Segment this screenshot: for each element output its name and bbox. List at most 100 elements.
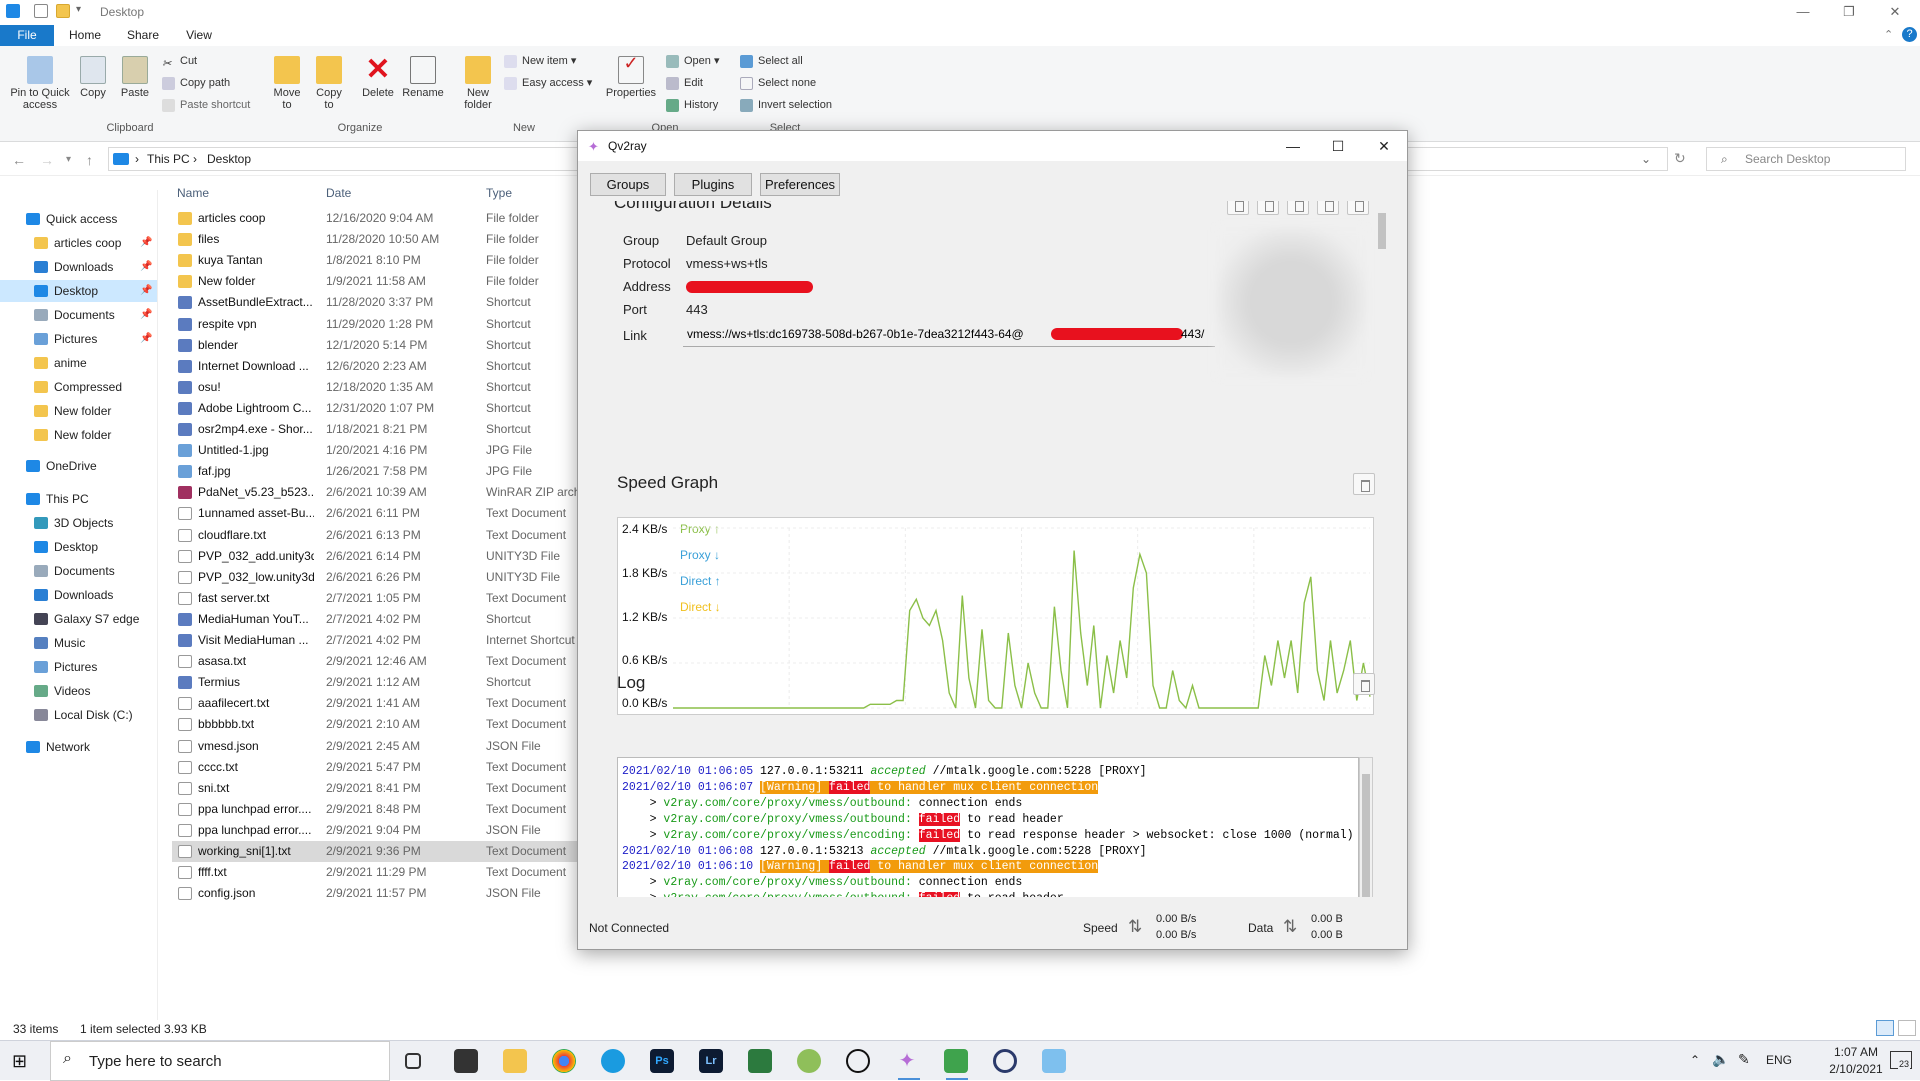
nav-item[interactable]: OneDrive bbox=[0, 455, 157, 477]
file-row[interactable]: sni.txt 2/9/2021 8:41 PM Text Document bbox=[172, 778, 582, 799]
file-row[interactable]: ffff.txt 2/9/2021 11:29 PM Text Document bbox=[172, 862, 582, 883]
taskbar-search-box[interactable]: ⌕ Type here to search bbox=[50, 1041, 390, 1081]
qv-maximize-icon[interactable]: ☐ bbox=[1318, 135, 1358, 157]
file-row[interactable]: osu! 12/18/2020 1:35 AM Shortcut bbox=[172, 377, 582, 398]
clear-log-trash-icon[interactable] bbox=[1353, 673, 1375, 695]
column-date[interactable]: Date bbox=[326, 186, 351, 200]
edit-button[interactable]: Edit bbox=[666, 74, 703, 92]
address-dropdown-icon[interactable]: ⌄ bbox=[1641, 152, 1651, 166]
nav-item[interactable]: Galaxy S7 edge bbox=[0, 608, 157, 630]
invert-selection-button[interactable]: Invert selection bbox=[740, 96, 832, 114]
file-row[interactable]: AssetBundleExtract... 11/28/2020 3:37 PM S… bbox=[172, 292, 582, 313]
show-hidden-icons-icon[interactable]: ⌃ bbox=[1690, 1053, 1700, 1067]
copy-button[interactable]: Copy bbox=[78, 56, 108, 99]
breadcrumb-desktop[interactable]: Desktop bbox=[207, 152, 251, 166]
clear-graph-trash-icon[interactable] bbox=[1353, 473, 1375, 495]
nav-item[interactable]: Downloads bbox=[0, 584, 157, 606]
file-row[interactable]: osr2mp4.exe - Shor... 1/18/2021 8:21 PM Sh… bbox=[172, 419, 582, 440]
tab-home[interactable]: Home bbox=[64, 25, 106, 46]
paste-button[interactable]: Paste bbox=[120, 56, 150, 99]
file-row[interactable]: fast server.txt 2/7/2021 1:05 PM Text Docu… bbox=[172, 588, 582, 609]
nav-item[interactable]: Pictures bbox=[0, 656, 157, 678]
plugins-button[interactable]: Plugins bbox=[674, 173, 752, 196]
clock-time[interactable]: 1:07 AM bbox=[1826, 1045, 1886, 1059]
windows-start-icon[interactable]: ⊞ bbox=[12, 1051, 32, 1071]
app-chart-icon[interactable] bbox=[944, 1049, 968, 1073]
preferences-button[interactable]: Preferences bbox=[760, 173, 840, 196]
file-row[interactable]: aaafilecert.txt 2/9/2021 1:41 AM Text Docu… bbox=[172, 693, 582, 714]
select-all-button[interactable]: Select all bbox=[740, 52, 803, 70]
app-melon-icon[interactable] bbox=[797, 1049, 821, 1073]
log-view[interactable]: 2021/02/10 01:06:05 127.0.0.1:53211 acce… bbox=[617, 757, 1359, 897]
history-button[interactable]: History bbox=[666, 96, 718, 114]
lightroom-icon[interactable]: Lr bbox=[699, 1049, 723, 1073]
tab-file[interactable]: File bbox=[0, 25, 54, 46]
file-row[interactable]: vmesd.json 2/9/2021 2:45 AM JSON File bbox=[172, 736, 582, 757]
file-row[interactable]: New folder 1/9/2021 11:58 AM File folder bbox=[172, 271, 582, 292]
store-icon[interactable] bbox=[454, 1049, 478, 1073]
log-scroll-thumb[interactable] bbox=[1362, 774, 1370, 897]
nav-item[interactable]: anime bbox=[0, 352, 157, 374]
file-row[interactable]: Untitled-1.jpg 1/20/2021 4:16 PM JPG File bbox=[172, 440, 582, 461]
json-edit-icon[interactable] bbox=[1287, 201, 1309, 215]
move-to-button[interactable]: Move to bbox=[272, 56, 302, 111]
file-row[interactable]: Internet Download ... 12/6/2020 2:23 AM Sh… bbox=[172, 356, 582, 377]
file-row[interactable]: 1unnamed asset-Bu... 2/6/2021 6:11 PM Text… bbox=[172, 503, 582, 524]
cut-button[interactable]: ✂ Cut bbox=[162, 52, 197, 70]
file-row[interactable]: blender 12/1/2020 5:14 PM Shortcut bbox=[172, 335, 582, 356]
large-icons-view-icon[interactable] bbox=[1898, 1020, 1916, 1036]
delete-button[interactable]: ✕ Delete bbox=[358, 55, 398, 100]
easy-access-button[interactable]: Easy access ▾ bbox=[504, 74, 592, 92]
volume-icon[interactable]: 🔈 bbox=[1712, 1051, 1729, 1068]
forward-arrow-icon[interactable]: → bbox=[40, 152, 54, 168]
nav-item[interactable]: Compressed bbox=[0, 376, 157, 398]
file-row[interactable]: cloudflare.txt 2/6/2021 6:13 PM Text Docum… bbox=[172, 525, 582, 546]
close-icon[interactable]: ✕ bbox=[1872, 2, 1918, 22]
nav-item[interactable]: Quick access bbox=[0, 208, 157, 230]
properties-quick-icon[interactable] bbox=[34, 4, 48, 18]
refresh-icon[interactable]: ↻ bbox=[1674, 150, 1686, 167]
collapse-ribbon-icon[interactable]: ⌃ bbox=[1884, 28, 1893, 41]
file-row[interactable]: Adobe Lightroom C... 12/31/2020 1:07 PM Sh… bbox=[172, 398, 582, 419]
help-icon[interactable]: ? bbox=[1902, 27, 1917, 42]
file-row[interactable]: Visit MediaHuman ... 2/7/2021 4:02 PM Inte… bbox=[172, 630, 582, 651]
file-row[interactable]: kuya Tantan 1/8/2021 8:10 PM File folder bbox=[172, 250, 582, 271]
new-item-button[interactable]: New item ▾ bbox=[504, 52, 576, 70]
file-row[interactable]: Termius 2/9/2021 1:12 AM Shortcut bbox=[172, 672, 582, 693]
paste-shortcut-button[interactable]: Paste shortcut bbox=[162, 96, 250, 114]
file-row[interactable]: PdaNet_v5.23_b523... 2/6/2021 10:39 AM Win… bbox=[172, 482, 583, 503]
nav-item[interactable]: Pictures 📌 bbox=[0, 328, 157, 350]
pen-icon[interactable]: ✎ bbox=[1738, 1051, 1750, 1068]
pin-to-quick-access-button[interactable]: Pin to Quick access bbox=[4, 56, 76, 111]
share-config-icon[interactable] bbox=[1317, 201, 1339, 215]
back-arrow-icon[interactable]: ← bbox=[12, 152, 26, 168]
details-view-icon[interactable] bbox=[1876, 1020, 1894, 1036]
photoshop-icon[interactable]: Ps bbox=[650, 1049, 674, 1073]
clock-date[interactable]: 2/10/2021 bbox=[1818, 1062, 1894, 1076]
file-row[interactable]: PVP_032_add.unity3d 2/6/2021 6:14 PM UNITY… bbox=[172, 546, 582, 567]
qv-minimize-icon[interactable]: — bbox=[1273, 135, 1313, 157]
file-row[interactable]: working_sni[1].txt 2/9/2021 9:36 PM Text D… bbox=[172, 841, 582, 862]
main-vertical-scrollbar[interactable] bbox=[1376, 201, 1388, 895]
nav-item[interactable]: Local Disk (C:) bbox=[0, 704, 157, 726]
nav-item[interactable]: 3D Objects bbox=[0, 512, 157, 534]
file-row[interactable]: ppa lunchpad error.... 2/9/2021 9:04 PM JS… bbox=[172, 820, 582, 841]
search-input[interactable]: ⌕ Search Desktop bbox=[1706, 147, 1906, 171]
minimize-icon[interactable]: — bbox=[1780, 2, 1826, 22]
file-row[interactable]: cccc.txt 2/9/2021 5:47 PM Text Document bbox=[172, 757, 582, 778]
groups-button[interactable]: Groups bbox=[590, 173, 666, 196]
file-row[interactable]: faf.jpg 1/26/2021 7:58 PM JPG File bbox=[172, 461, 582, 482]
delete-config-icon[interactable] bbox=[1347, 201, 1369, 215]
nav-item[interactable]: Downloads 📌 bbox=[0, 256, 157, 278]
nav-item[interactable]: Documents bbox=[0, 560, 157, 582]
copy-to-button[interactable]: Copy to bbox=[314, 56, 344, 111]
nav-item[interactable]: Network bbox=[0, 736, 157, 758]
file-row[interactable]: PVP_032_low.unity3d 2/6/2021 6:26 PM UNITY… bbox=[172, 567, 582, 588]
file-row[interactable]: config.json 2/9/2021 11:57 PM JSON File bbox=[172, 883, 582, 904]
app-blue-icon[interactable] bbox=[1042, 1049, 1066, 1073]
select-none-button[interactable]: Select none bbox=[740, 74, 816, 92]
qv2ray-taskbar-icon[interactable]: ✦ bbox=[895, 1049, 919, 1073]
open-button[interactable]: Open ▾ bbox=[666, 52, 720, 70]
nav-item[interactable]: Music bbox=[0, 632, 157, 654]
column-type[interactable]: Type bbox=[486, 186, 512, 200]
